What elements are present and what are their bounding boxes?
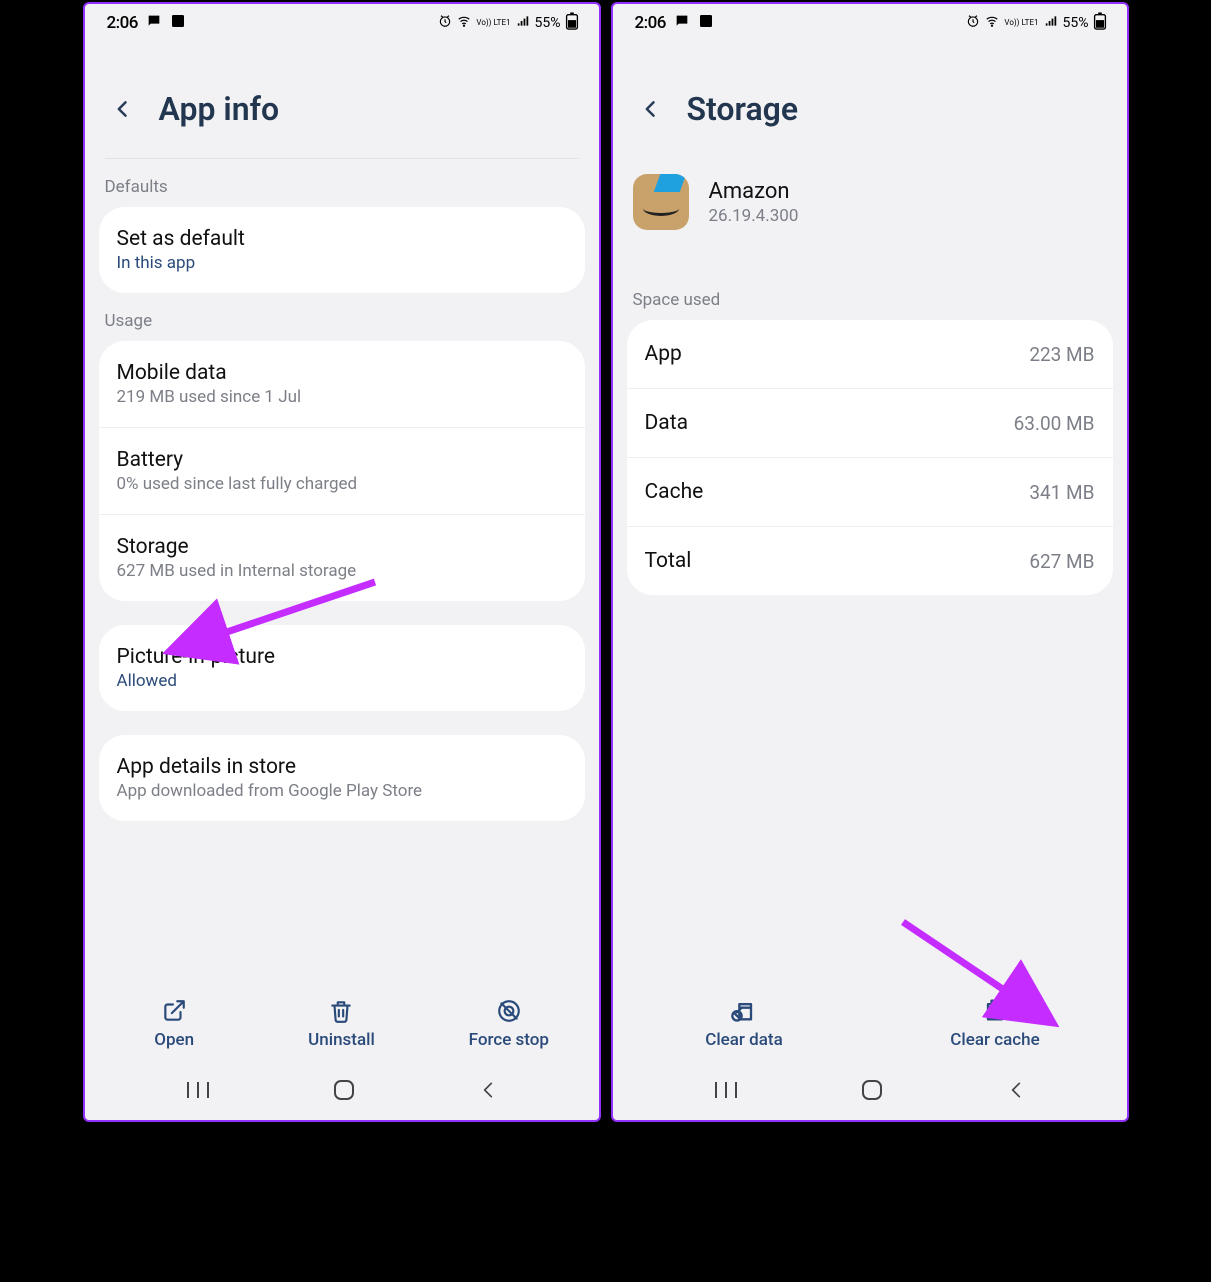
status-time: 2:06 — [635, 13, 666, 33]
defaults-card: Set as default In this app — [99, 207, 585, 293]
screen-app-info: 2:06 Vo)) LTE1 55% — [83, 2, 601, 1122]
uninstall-button[interactable]: Uninstall — [258, 998, 425, 1050]
back-button[interactable] — [105, 91, 141, 127]
status-left: 2:06 — [107, 13, 186, 33]
app-version: 26.19.4.300 — [709, 206, 799, 226]
open-label: Open — [154, 1030, 194, 1050]
bottom-actions: Clear data Clear cache — [613, 986, 1127, 1064]
wifi-icon — [984, 14, 1000, 32]
nav-back[interactable] — [1006, 1078, 1026, 1106]
cache-size-val: 341 MB — [1029, 481, 1094, 504]
wifi-icon — [456, 14, 472, 32]
signal-icon — [1043, 14, 1059, 32]
space-card: App 223 MB Data 63.00 MB Cache 341 MB To… — [627, 320, 1113, 595]
volte-label: Vo)) LTE1 — [476, 19, 510, 27]
screen-storage: 2:06 Vo)) LTE1 55% Storage Amazon 26.19.… — [611, 2, 1129, 1122]
section-defaults-label: Defaults — [85, 159, 599, 207]
data-size-row[interactable]: Data 63.00 MB — [627, 388, 1113, 457]
store-title: App details in store — [117, 755, 567, 779]
battery-title: Battery — [117, 448, 567, 472]
app-header: Amazon 26.19.4.300 — [613, 158, 1127, 254]
total-size-val: 627 MB — [1029, 550, 1094, 573]
storage-sub: 627 MB used in Internal storage — [117, 561, 567, 581]
total-size-row[interactable]: Total 627 MB — [627, 526, 1113, 595]
mobile-data-row[interactable]: Mobile data 219 MB used since 1 Jul — [99, 341, 585, 427]
set-as-default-row[interactable]: Set as default In this app — [99, 207, 585, 293]
status-right: Vo)) LTE1 55% — [438, 12, 578, 34]
cache-size-row[interactable]: Cache 341 MB — [627, 457, 1113, 526]
store-row[interactable]: App details in store App downloaded from… — [99, 735, 585, 821]
total-size-key: Total — [645, 549, 692, 573]
image-icon — [170, 13, 186, 33]
app-size-key: App — [645, 342, 682, 366]
clear-cache-label: Clear cache — [950, 1030, 1039, 1050]
set-as-default-sub: In this app — [117, 253, 567, 273]
store-sub: App downloaded from Google Play Store — [117, 781, 567, 801]
header: App info — [85, 40, 599, 158]
pip-card: Picture-in-picture Allowed — [99, 625, 585, 711]
image-icon — [698, 13, 714, 33]
section-space-label: Space used — [613, 254, 1127, 320]
set-as-default-title: Set as default — [117, 227, 567, 251]
force-stop-label: Force stop — [469, 1030, 549, 1050]
nav-home[interactable] — [860, 1078, 884, 1106]
uninstall-label: Uninstall — [308, 1030, 375, 1050]
bottom-actions: Open Uninstall Force stop — [85, 988, 599, 1064]
nav-recents[interactable] — [185, 1080, 211, 1104]
battery-sub: 0% used since last fully charged — [117, 474, 567, 494]
header: Storage — [613, 40, 1127, 158]
mobile-data-title: Mobile data — [117, 361, 567, 385]
mobile-data-sub: 219 MB used since 1 Jul — [117, 387, 567, 407]
app-size-val: 223 MB — [1029, 343, 1094, 366]
app-name: Amazon — [709, 179, 799, 204]
open-button[interactable]: Open — [91, 998, 258, 1050]
signal-icon — [515, 14, 531, 32]
force-stop-button[interactable]: Force stop — [425, 998, 592, 1050]
section-usage-label: Usage — [85, 293, 599, 341]
back-button[interactable] — [633, 91, 669, 127]
status-bar: 2:06 Vo)) LTE1 55% — [85, 4, 599, 40]
page-title: Storage — [687, 90, 799, 128]
alarm-icon — [966, 14, 980, 32]
clear-data-button[interactable]: Clear data — [619, 996, 870, 1050]
battery-icon — [1093, 12, 1107, 34]
battery-percent: 55% — [1063, 15, 1089, 31]
nav-back[interactable] — [478, 1078, 498, 1106]
nav-bar — [85, 1072, 599, 1112]
storage-row[interactable]: Storage 627 MB used in Internal storage — [99, 514, 585, 601]
chat-icon — [674, 13, 690, 33]
chat-icon — [146, 13, 162, 33]
page-title: App info — [159, 90, 280, 128]
volte-label: Vo)) LTE1 — [1004, 19, 1038, 27]
alarm-icon — [438, 14, 452, 32]
battery-icon — [565, 12, 579, 34]
battery-percent: 55% — [535, 15, 561, 31]
clear-data-label: Clear data — [705, 1030, 783, 1050]
cache-size-key: Cache — [645, 480, 704, 504]
status-time: 2:06 — [107, 13, 138, 33]
store-card: App details in store App downloaded from… — [99, 735, 585, 821]
pip-row[interactable]: Picture-in-picture Allowed — [99, 625, 585, 711]
data-size-key: Data — [645, 411, 689, 435]
usage-card: Mobile data 219 MB used since 1 Jul Batt… — [99, 341, 585, 601]
data-size-val: 63.00 MB — [1014, 412, 1095, 435]
app-size-row[interactable]: App 223 MB — [627, 320, 1113, 388]
pip-title: Picture-in-picture — [117, 645, 567, 669]
storage-title: Storage — [117, 535, 567, 559]
nav-home[interactable] — [332, 1078, 356, 1106]
clear-cache-button[interactable]: Clear cache — [870, 996, 1121, 1050]
nav-recents[interactable] — [713, 1080, 739, 1104]
status-bar: 2:06 Vo)) LTE1 55% — [613, 4, 1127, 40]
battery-row[interactable]: Battery 0% used since last fully charged — [99, 427, 585, 514]
amazon-app-icon — [633, 174, 689, 230]
nav-bar — [613, 1072, 1127, 1112]
status-right: Vo)) LTE1 55% — [966, 12, 1106, 34]
status-left: 2:06 — [635, 13, 714, 33]
pip-sub: Allowed — [117, 671, 567, 691]
